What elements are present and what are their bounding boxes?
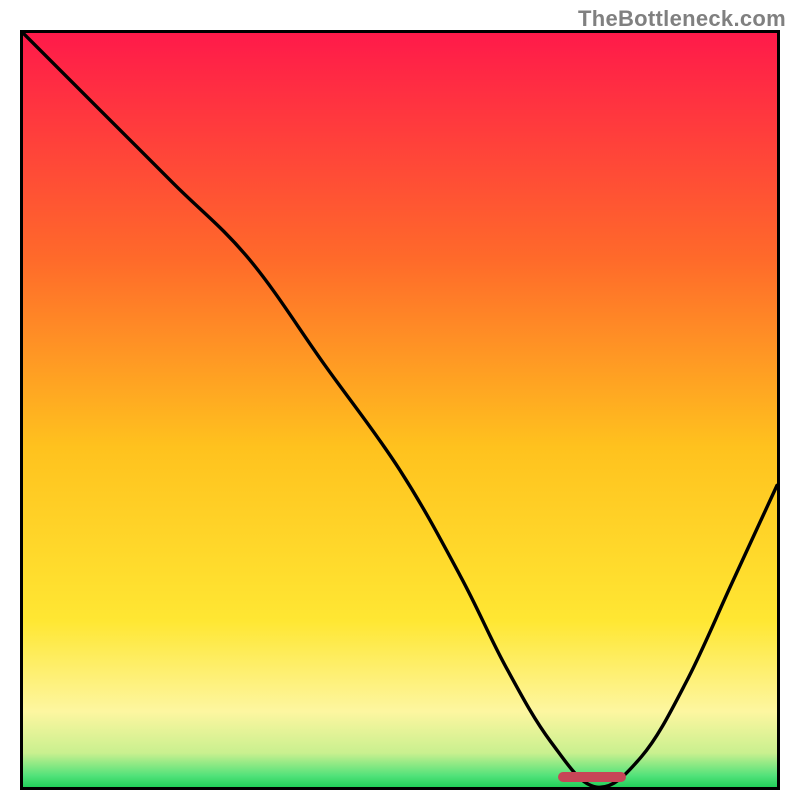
chart-curve: [23, 33, 777, 787]
watermark-text: TheBottleneck.com: [578, 6, 786, 32]
optimal-range-marker: [558, 772, 626, 782]
chart-plot-area: [23, 33, 777, 787]
chart-frame: [20, 30, 780, 790]
